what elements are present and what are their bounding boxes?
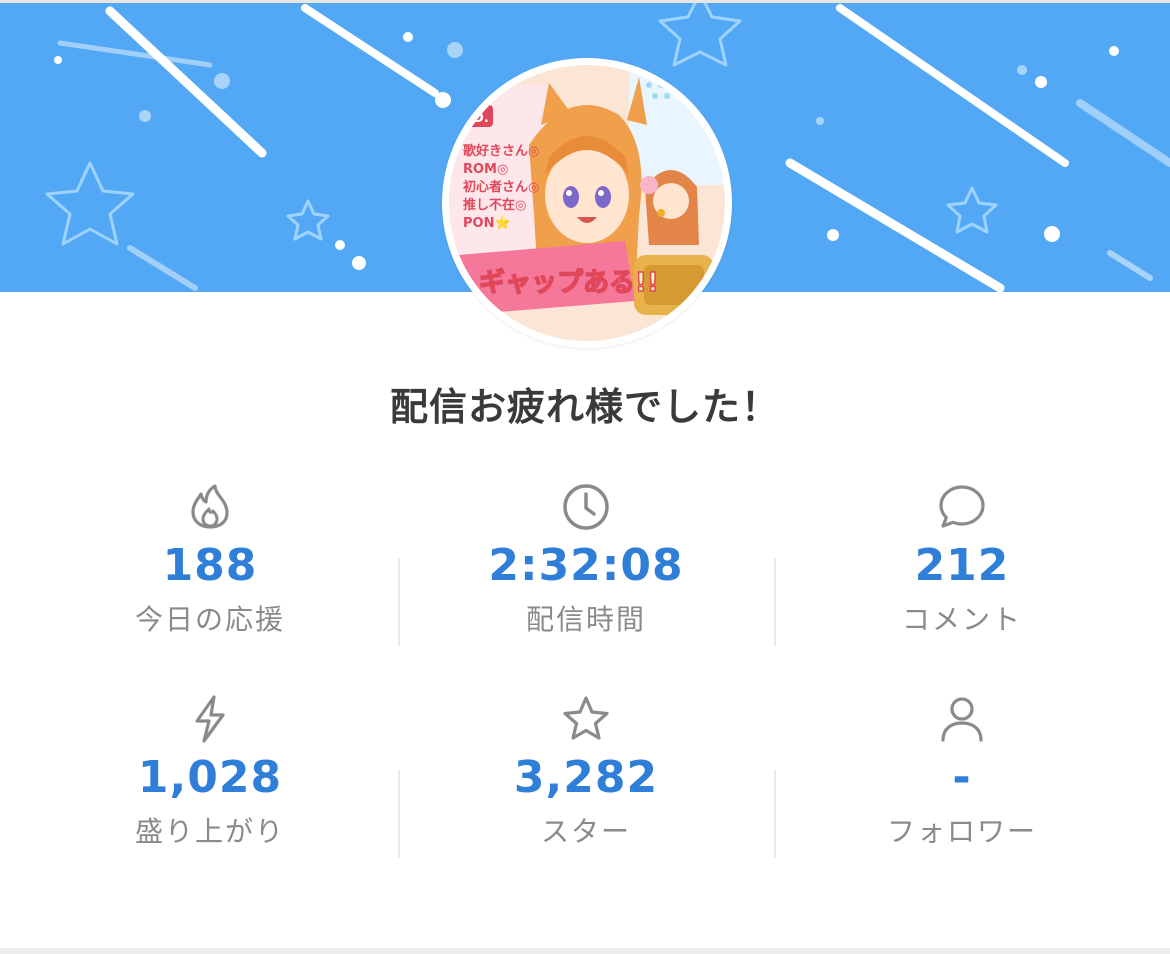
stream-duration-label: 配信時間 xyxy=(525,603,646,636)
stream-duration-value: 2:32:08 xyxy=(488,540,684,591)
column-divider xyxy=(774,770,776,858)
stat-followers: - フォロワー xyxy=(774,694,1150,854)
svg-text:初心者さん◎: 初心者さん◎ xyxy=(463,179,539,195)
stat-cheers-today: 188 今日の応援 xyxy=(22,482,398,642)
stars-label: スター xyxy=(540,815,631,848)
followers-label: フォロワー xyxy=(886,815,1037,848)
svg-text:ROM◎: ROM◎ xyxy=(463,162,508,177)
stream-finished-title: 配信お疲れ様でした！ xyxy=(389,385,780,429)
stat-excitement: 1,028 盛り上がり xyxy=(22,694,398,854)
person-icon xyxy=(941,697,983,742)
stat-comments: 212 コメント xyxy=(774,482,1150,642)
stream-summary-card: 2D. 歌好きさん◎ ROM◎ 初心者さん◎ 推し不在◎ PON⭐ ギャップある… xyxy=(0,0,1170,954)
svg-text:推し不在◎: 推し不在◎ xyxy=(463,197,526,213)
stat-stream-duration: 2:32:08 配信時間 xyxy=(398,482,774,642)
clock-icon xyxy=(563,484,609,530)
cheers-today-value: 188 xyxy=(162,540,258,591)
excitement-value: 1,028 xyxy=(137,752,283,803)
svg-text:ギャップある!!: ギャップある!! xyxy=(479,268,659,298)
followers-value: - xyxy=(952,752,972,803)
stars-value: 3,282 xyxy=(513,752,659,803)
lightning-icon xyxy=(195,695,225,743)
flame-icon xyxy=(191,484,229,529)
comment-bubble-icon xyxy=(939,485,985,528)
bottom-border xyxy=(0,948,1170,954)
svg-text:PON⭐: PON⭐ xyxy=(463,215,511,231)
excitement-label: 盛り上がり xyxy=(134,815,285,848)
avatar-image: 2D. 歌好きさん◎ ROM◎ 初心者さん◎ 推し不在◎ PON⭐ ギャップある… xyxy=(449,65,725,341)
comments-value: 212 xyxy=(914,540,1010,591)
star-icon xyxy=(563,696,609,740)
column-divider xyxy=(398,558,400,646)
comments-label: コメント xyxy=(901,603,1022,636)
column-divider xyxy=(398,770,400,858)
svg-text:歌好きさん◎: 歌好きさん◎ xyxy=(463,143,539,159)
cheers-today-label: 今日の応援 xyxy=(134,603,285,636)
column-divider xyxy=(774,558,776,646)
streamer-avatar[interactable]: 2D. 歌好きさん◎ ROM◎ 初心者さん◎ 推し不在◎ PON⭐ ギャップある… xyxy=(442,58,732,348)
svg-text:2D.: 2D. xyxy=(464,111,489,126)
stat-stars: 3,282 スター xyxy=(398,694,774,854)
